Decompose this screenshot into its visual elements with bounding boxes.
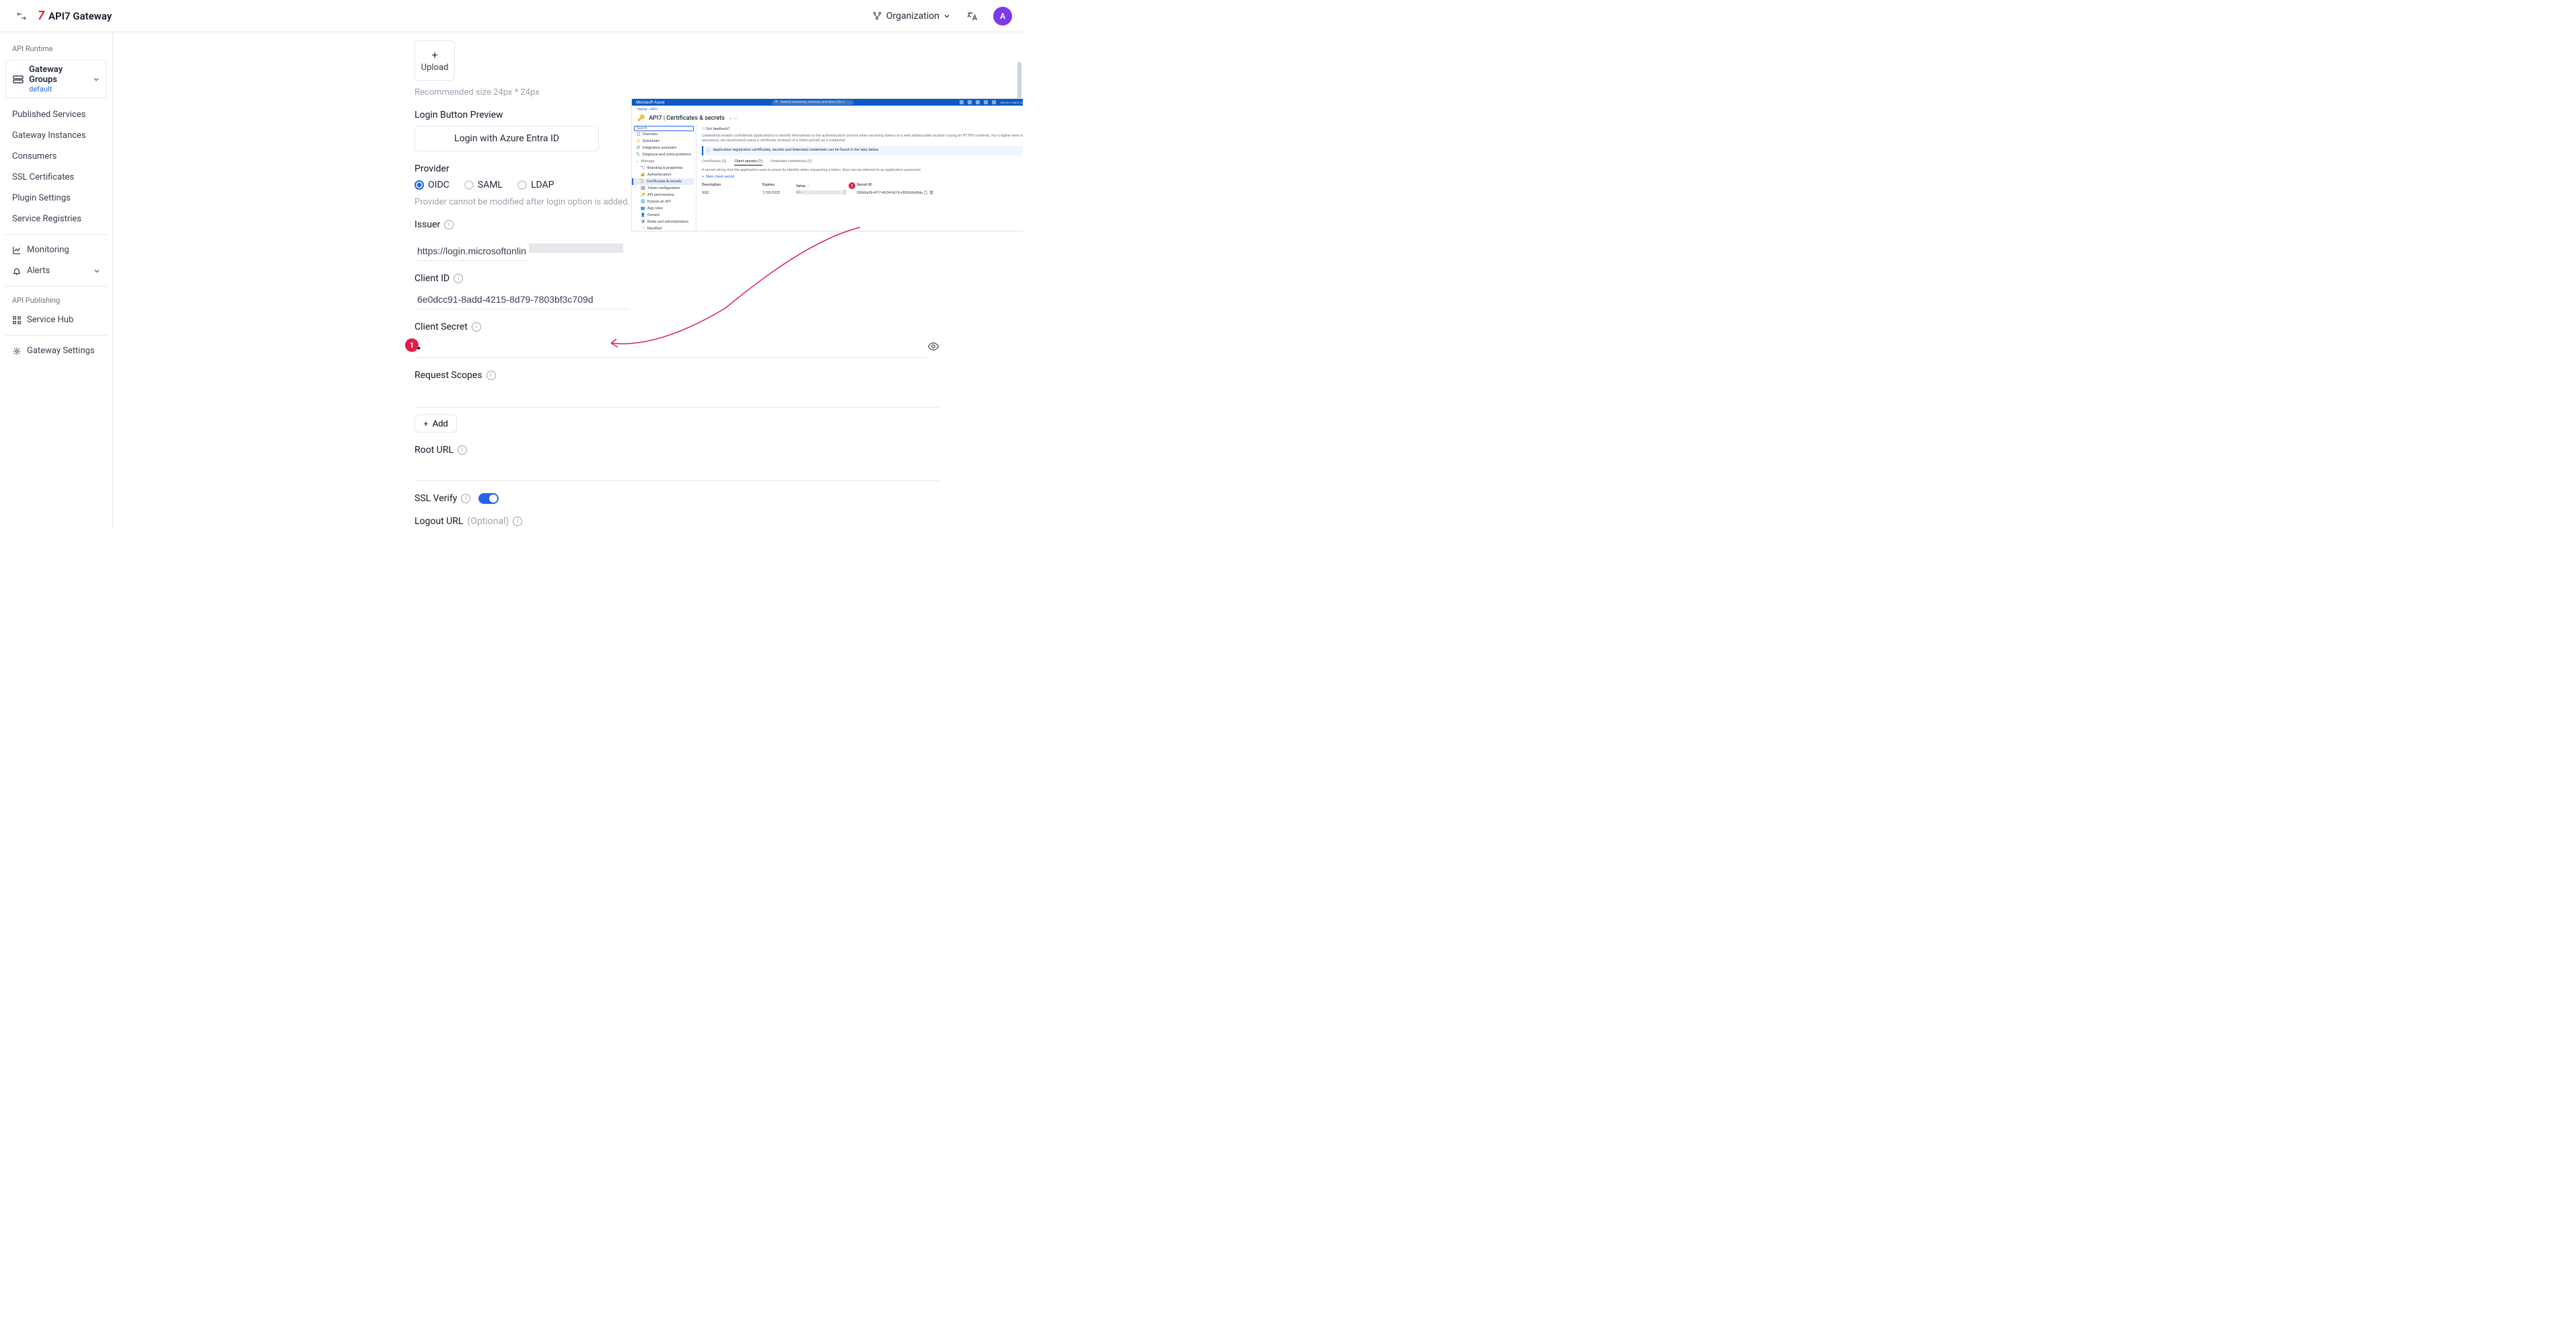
- sidebar-toggle[interactable]: [11, 5, 32, 27]
- chevron-down-icon: [943, 13, 950, 20]
- eye-icon: [927, 340, 939, 353]
- logout-url-label: Logout URL: [415, 516, 463, 527]
- azure-screenshot: Microsoft Azure 🔍Search resources, servi…: [631, 98, 1023, 231]
- info-icon[interactable]: i: [487, 371, 496, 380]
- issuer-label: Issuer: [415, 219, 440, 230]
- info-icon[interactable]: i: [444, 220, 454, 229]
- upload-hint: Recommended size 24px * 24px: [415, 87, 939, 98]
- brand: 7 API7 Gateway: [38, 9, 112, 23]
- ssl-verify-label: SSL Verify: [415, 493, 457, 504]
- chart-icon: [12, 246, 22, 255]
- nav-alerts[interactable]: Alerts: [5, 261, 107, 281]
- info-icon[interactable]: i: [454, 274, 463, 283]
- nav-gateway-settings[interactable]: Gateway Settings: [5, 341, 107, 361]
- section-api-runtime: API Runtime: [5, 40, 107, 57]
- nav-consumers[interactable]: Consumers: [5, 147, 107, 166]
- root-url-label: Root URL: [415, 445, 454, 455]
- chevron-down-icon: [94, 268, 100, 274]
- client-id-label: Client ID: [415, 273, 450, 284]
- nav-service-registries[interactable]: Service Registries: [5, 209, 107, 229]
- nav-published-services[interactable]: Published Services: [5, 105, 107, 124]
- user-avatar[interactable]: A: [993, 7, 1012, 26]
- language-button[interactable]: [962, 7, 981, 26]
- issuer-input[interactable]: [415, 241, 529, 261]
- chevron-down-icon: [93, 76, 100, 83]
- product-name: API7 Gateway: [48, 10, 112, 22]
- request-scopes-label: Request Scopes: [415, 370, 482, 381]
- ssl-verify-toggle[interactable]: [478, 493, 499, 504]
- client-secret-label: Client Secret: [415, 322, 468, 332]
- gear-icon: [12, 346, 22, 356]
- azure-search: 🔍Search resources, services, and docs (G…: [773, 100, 853, 105]
- nav-service-hub[interactable]: Service Hub: [5, 310, 107, 330]
- sidebar: API Runtime Gateway Groups default Publi…: [0, 32, 113, 527]
- topbar: 7 API7 Gateway Organization A: [0, 0, 1023, 32]
- login-preview: Login with Azure Entra ID: [415, 126, 599, 151]
- grid-icon: [12, 316, 22, 325]
- root-url-input[interactable]: [415, 461, 939, 481]
- client-secret-input[interactable]: [415, 338, 927, 358]
- client-id-input[interactable]: [415, 289, 630, 309]
- provider-ldap[interactable]: LDAP: [517, 180, 554, 190]
- info-icon[interactable]: i: [458, 445, 467, 455]
- key-icon: 🔑: [637, 115, 645, 122]
- provider-oidc[interactable]: OIDC: [415, 180, 450, 190]
- add-scope-button[interactable]: +Add: [415, 414, 457, 433]
- plus-icon: +: [431, 48, 437, 61]
- info-icon[interactable]: i: [461, 494, 470, 503]
- gateway-groups-selector[interactable]: Gateway Groups default: [5, 60, 107, 98]
- nav-monitoring[interactable]: Monitoring: [5, 240, 107, 260]
- toggle-visibility[interactable]: [927, 340, 939, 355]
- nav-ssl-certificates[interactable]: SSL Certificates: [5, 168, 107, 187]
- server-icon: [13, 75, 24, 83]
- request-scopes-input[interactable]: [415, 388, 939, 408]
- nav-gateway-instances[interactable]: Gateway Instances: [5, 126, 107, 145]
- plus-icon: +: [423, 418, 429, 429]
- bell-icon: [12, 266, 22, 276]
- info-icon[interactable]: i: [472, 322, 481, 332]
- nav-plugin-settings[interactable]: Plugin Settings: [5, 188, 107, 208]
- info-icon[interactable]: i: [513, 517, 522, 526]
- logo-mark: 7: [38, 9, 44, 23]
- organization-menu[interactable]: Organization: [873, 11, 950, 22]
- annotation-marker-1: 1: [405, 338, 419, 352]
- section-api-publishing: API Publishing: [5, 292, 107, 309]
- content: + Upload Recommended size 24px * 24px Lo…: [113, 32, 1023, 527]
- provider-saml[interactable]: SAML: [464, 180, 503, 190]
- logo-upload[interactable]: + Upload: [415, 40, 455, 81]
